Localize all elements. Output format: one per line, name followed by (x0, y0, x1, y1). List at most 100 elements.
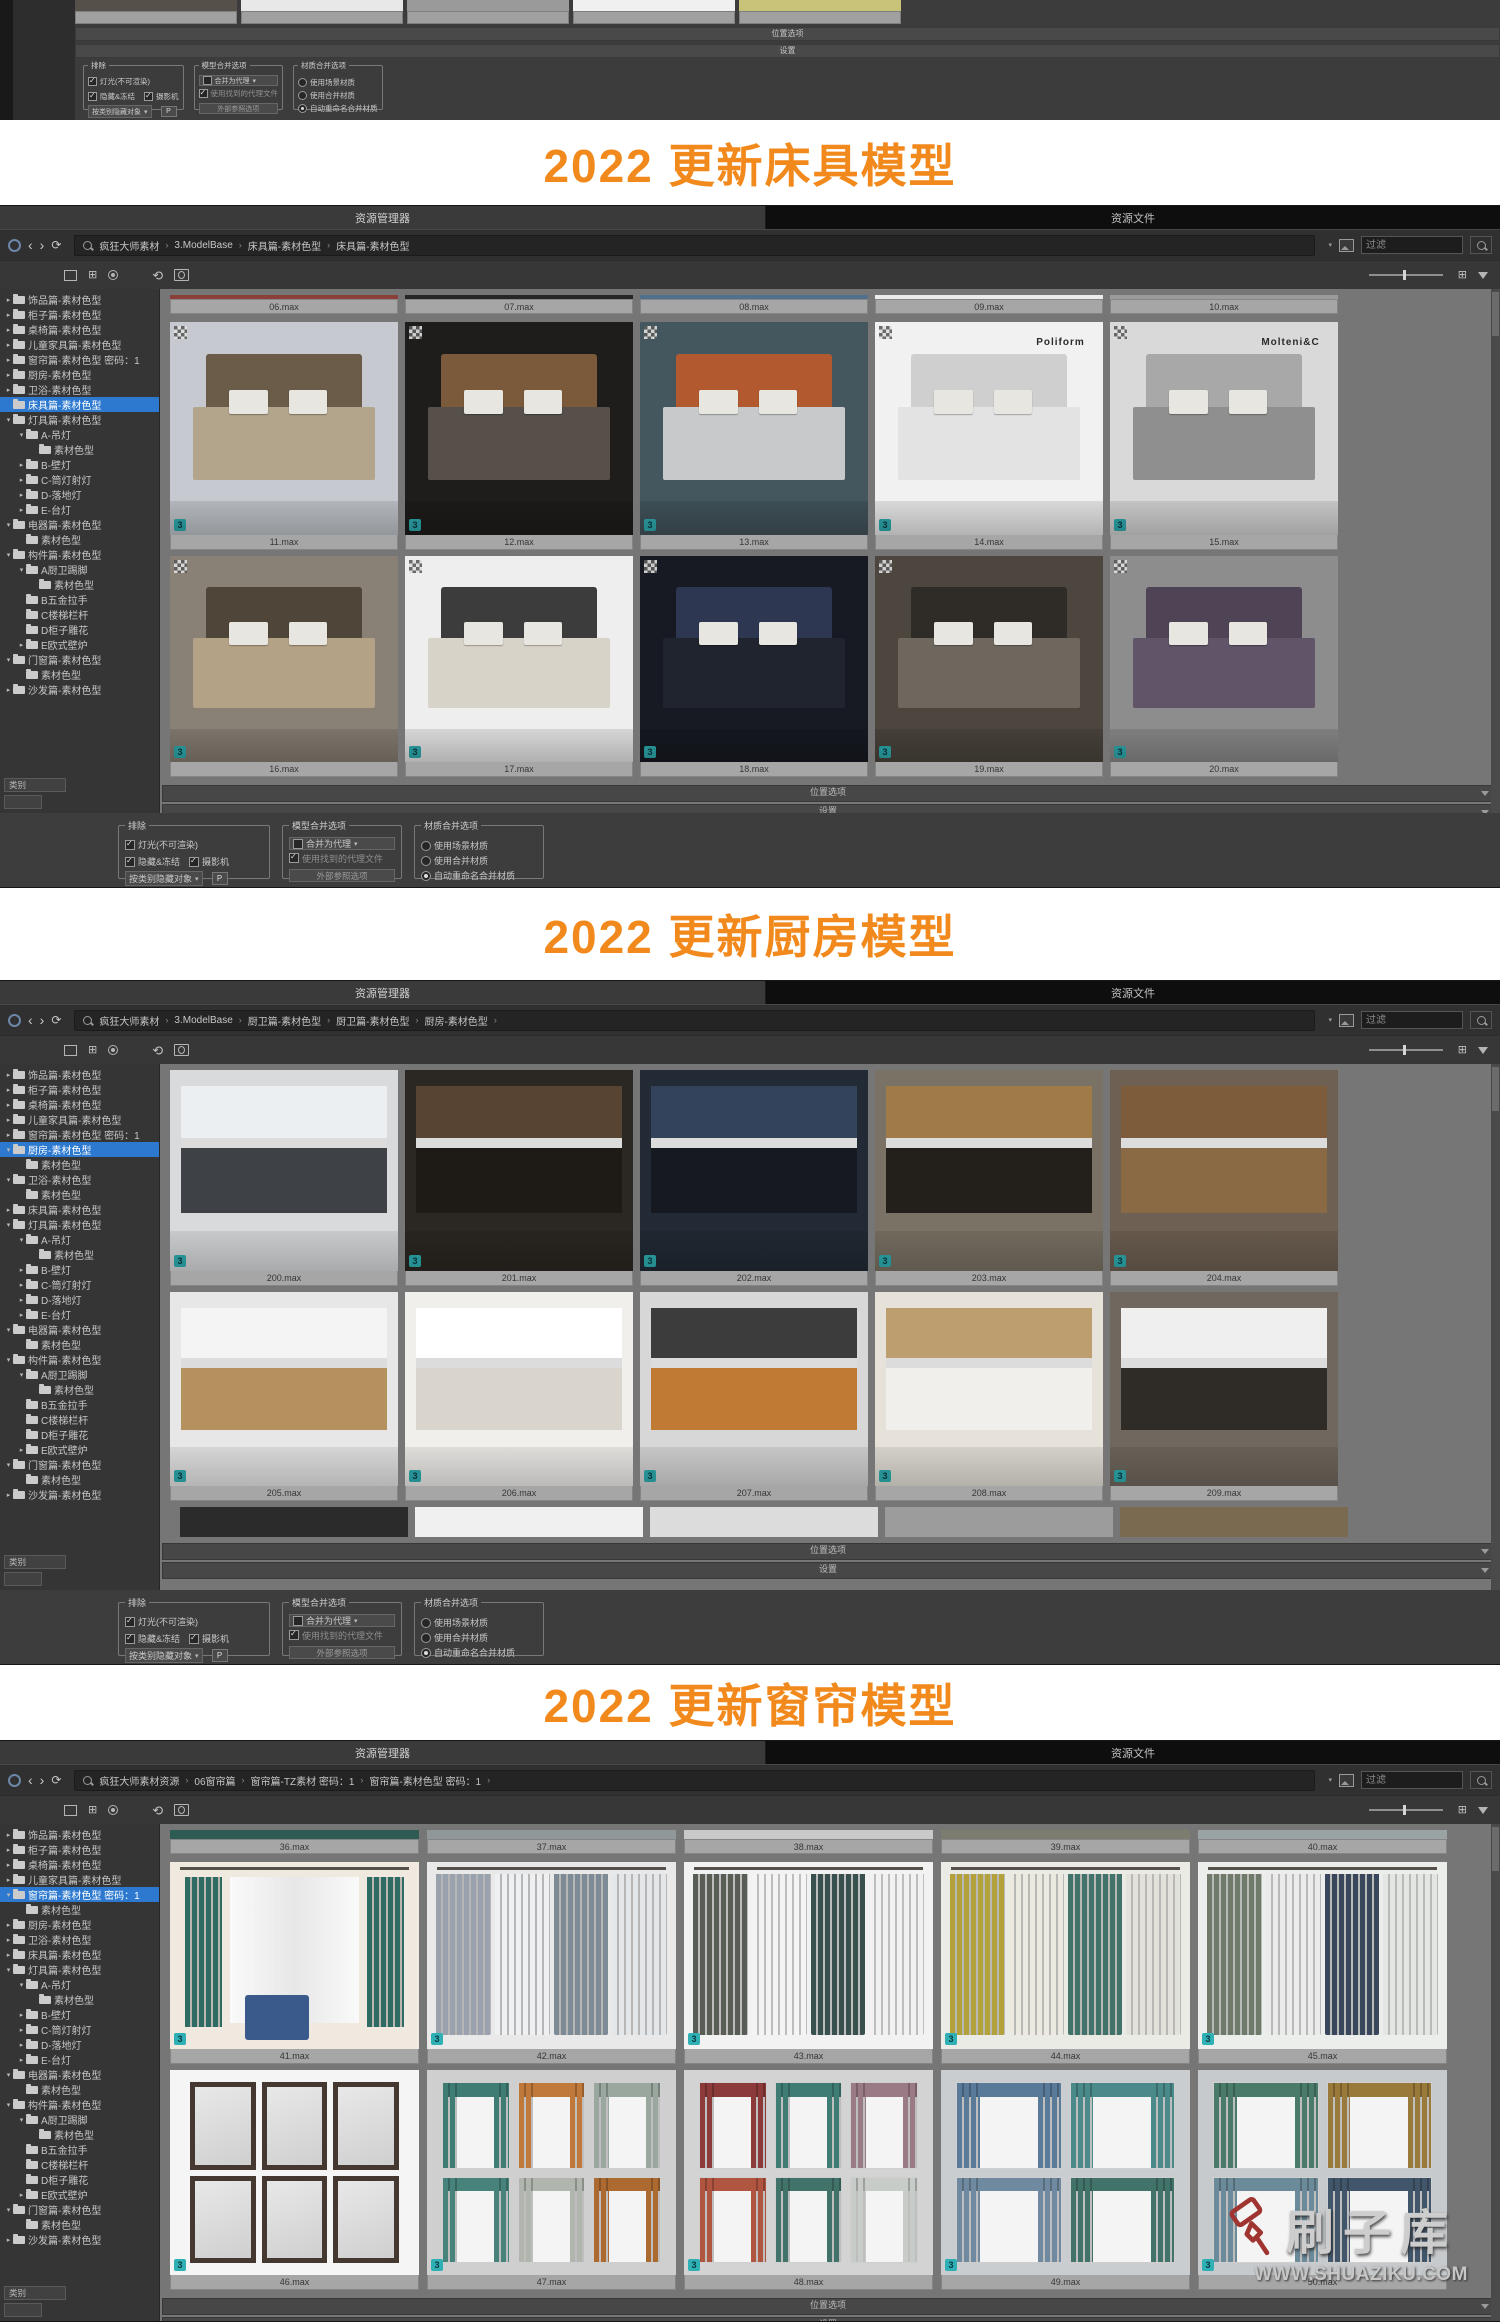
tree-expand-arrow[interactable]: ▾ (4, 1146, 13, 1154)
scrollbar[interactable] (1491, 289, 1500, 813)
sidebar-tree-item[interactable]: ▾ 窗帘篇-素材色型 密码：1 (0, 1887, 159, 1902)
merge-as-proxy-dropdown[interactable]: 合并为代理 ▾ (198, 75, 279, 86)
forward-button[interactable]: › (40, 1773, 45, 1787)
merge-as-proxy-dropdown[interactable]: 合并为代理 ▾ (289, 1614, 395, 1627)
layout-grid-icon[interactable]: ⊞ (88, 1804, 97, 1816)
sidebar-tree-item[interactable]: ▸ E欧式壁炉 (0, 1442, 159, 1457)
thumbnail-size-slider[interactable] (1368, 270, 1443, 280)
sidebar-tree-item[interactable]: ▸ 柜子篇-素材色型 (0, 307, 159, 322)
breadcrumb-item[interactable]: 3.ModelBase (174, 1015, 232, 1026)
asset-thumb[interactable]: 3 (1110, 1292, 1338, 1486)
sidebar-tree-item[interactable]: ▸ 柜子篇-素材色型 (0, 1082, 159, 1097)
sidebar-tree-item[interactable]: 素材色型 (0, 1157, 159, 1172)
filter-icon[interactable] (1478, 1046, 1488, 1054)
exclude-camera-checkbox[interactable]: 摄影机 (189, 855, 229, 868)
tree-expand-arrow[interactable]: ▸ (17, 2026, 26, 2034)
tree-expand-arrow[interactable]: ▾ (4, 551, 13, 559)
folder-panel-icon[interactable] (64, 1044, 77, 1056)
filter-icon[interactable] (1478, 1806, 1488, 1814)
asset-thumb[interactable]: 3 (170, 1292, 398, 1486)
tree-expand-arrow[interactable]: ▾ (17, 1981, 26, 1989)
sidebar-tree-item[interactable]: ▾ A-吊灯 (0, 1232, 159, 1247)
category-dropdown[interactable]: 类别 (4, 2286, 66, 2300)
tree-expand-arrow[interactable]: ▸ (4, 1861, 13, 1869)
sidebar-tree-item[interactable]: ▸ 柜子篇-素材色型 (0, 1842, 159, 1857)
xref-options-button[interactable]: 外部参照选项 (289, 1645, 395, 1659)
tree-expand-arrow[interactable]: ▾ (4, 1891, 13, 1899)
sidebar-tree-item[interactable]: 素材色型 (0, 1472, 159, 1487)
use-scene-material-radio[interactable]: 使用场景材质 (298, 77, 378, 88)
hide-by-category-dropdown[interactable]: 按类别隐藏对象 ▾ (125, 1648, 203, 1663)
breadcrumb-item[interactable]: 床具篇-素材色型 (248, 238, 321, 253)
pick-button[interactable]: P (211, 872, 228, 885)
tree-expand-arrow[interactable]: ▸ (4, 1921, 13, 1929)
grid-cell[interactable]: 39.max (941, 1830, 1190, 1854)
asset-thumb[interactable]: 3 (170, 1070, 398, 1271)
dropdown-caret-icon[interactable]: ▾ (1328, 1016, 1332, 1024)
refresh-button[interactable]: ⟳ (51, 1014, 61, 1026)
tree-expand-arrow[interactable]: ▸ (4, 1131, 13, 1139)
sidebar-tree-item[interactable]: ▸ 沙发篇-素材色型 (0, 1487, 159, 1502)
sidebar-tree-item[interactable]: ▸ D-落地灯 (0, 1292, 159, 1307)
use-merged-material-radio[interactable]: 使用合并材质 (421, 854, 537, 867)
sidebar-tree-item[interactable]: ▾ A厨卫踢脚 (0, 562, 159, 577)
grid-cell[interactable]: 08.max (640, 295, 868, 314)
use-merged-material-radio[interactable]: 使用合并材质 (421, 1631, 537, 1644)
exclude-hidden-frozen-checkbox[interactable]: 隐藏&冻结 (125, 855, 180, 868)
sidebar-tree-item[interactable]: ▾ A-吊灯 (0, 1977, 159, 1992)
asset-thumb[interactable]: 3 (405, 556, 633, 762)
use-found-proxy-checkbox[interactable]: 使用找到的代理文件 (289, 852, 383, 865)
sidebar-tree-item[interactable]: 素材色型 (0, 2127, 159, 2142)
tree-expand-arrow[interactable]: ▸ (4, 1086, 13, 1094)
tree-expand-arrow[interactable]: ▸ (17, 1446, 26, 1454)
asset-thumb[interactable]: 3 (875, 1070, 1103, 1271)
tree-expand-arrow[interactable]: ▸ (4, 326, 13, 334)
asset-thumb[interactable]: 3 (640, 322, 868, 535)
tree-expand-arrow[interactable]: ▸ (17, 461, 26, 469)
sidebar-tree-item[interactable]: 素材色型 (0, 1247, 159, 1262)
tree-expand-arrow[interactable]: ▸ (17, 1311, 26, 1319)
history-icon[interactable] (8, 1013, 21, 1027)
sidebar-tree-item[interactable]: ▾ A-吊灯 (0, 427, 159, 442)
filter-input[interactable] (1361, 1011, 1463, 1029)
tree-expand-arrow[interactable]: ▾ (4, 2071, 13, 2079)
exclude-hidden-frozen-checkbox[interactable]: 隐藏&冻结 (88, 91, 135, 102)
sidebar-tree-item[interactable]: ▾ 灯具篇-素材色型 (0, 1217, 159, 1232)
filter-input[interactable] (1361, 1771, 1463, 1789)
asset-thumb[interactable]: 3 (1110, 556, 1338, 762)
rollout-settings[interactable]: 设置 (162, 804, 1494, 813)
tree-expand-arrow[interactable]: ▸ (17, 2056, 26, 2064)
sidebar-tree-item[interactable]: 素材色型 (0, 1337, 159, 1352)
tree-expand-arrow[interactable]: ▸ (4, 1951, 13, 1959)
tree-expand-arrow[interactable]: ▾ (4, 1966, 13, 1974)
view-grid-icon[interactable]: ⊞ (1458, 1804, 1467, 1816)
tab-resource-manager[interactable]: 资源管理器 (0, 206, 766, 229)
sidebar-tree-item[interactable]: ▸ E-台灯 (0, 1307, 159, 1322)
forward-button[interactable]: › (40, 238, 45, 252)
tree-expand-arrow[interactable]: ▸ (17, 476, 26, 484)
history-icon[interactable] (8, 238, 21, 252)
view-grid-icon[interactable]: ⊞ (1458, 1044, 1467, 1056)
breadcrumb-item[interactable]: 窗帘篇-素材色型 密码：1 (369, 1773, 481, 1788)
refresh-button[interactable]: ⟳ (51, 1774, 61, 1786)
asset-thumb[interactable]: 3 (941, 2070, 1190, 2275)
folder-panel-icon[interactable] (64, 1804, 77, 1816)
folder-panel-icon[interactable] (64, 269, 77, 281)
sidebar-tree-item[interactable]: ▾ 门窗篇-素材色型 (0, 2202, 159, 2217)
breadcrumb-item[interactable]: 3.ModelBase (174, 240, 232, 251)
tree-expand-arrow[interactable]: ▾ (4, 416, 13, 424)
asset-thumb[interactable]: Poliform 3 (875, 322, 1103, 535)
sidebar-tree-item[interactable]: C楼梯栏杆 (0, 2157, 159, 2172)
sidebar-tree-item[interactable]: 素材色型 (0, 532, 159, 547)
sidebar-tree-item[interactable]: B五金拉手 (0, 2142, 159, 2157)
rollout-position-options[interactable]: 位置选项 (162, 2298, 1494, 2315)
sidebar-tree-item[interactable]: ▾ 构件篇-素材色型 (0, 1352, 159, 1367)
asset-thumb[interactable]: 3 (875, 556, 1103, 762)
preview-image-icon[interactable] (1339, 238, 1354, 252)
tree-expand-arrow[interactable]: ▸ (4, 341, 13, 349)
sidebar-tree-item[interactable]: C楼梯栏杆 (0, 1412, 159, 1427)
settings-gear-icon[interactable] (108, 270, 119, 280)
rollout-settings[interactable]: 设置 (75, 44, 1500, 58)
grid-cell[interactable]: 09.max (875, 295, 1103, 314)
tree-expand-arrow[interactable]: ▸ (4, 1206, 13, 1214)
